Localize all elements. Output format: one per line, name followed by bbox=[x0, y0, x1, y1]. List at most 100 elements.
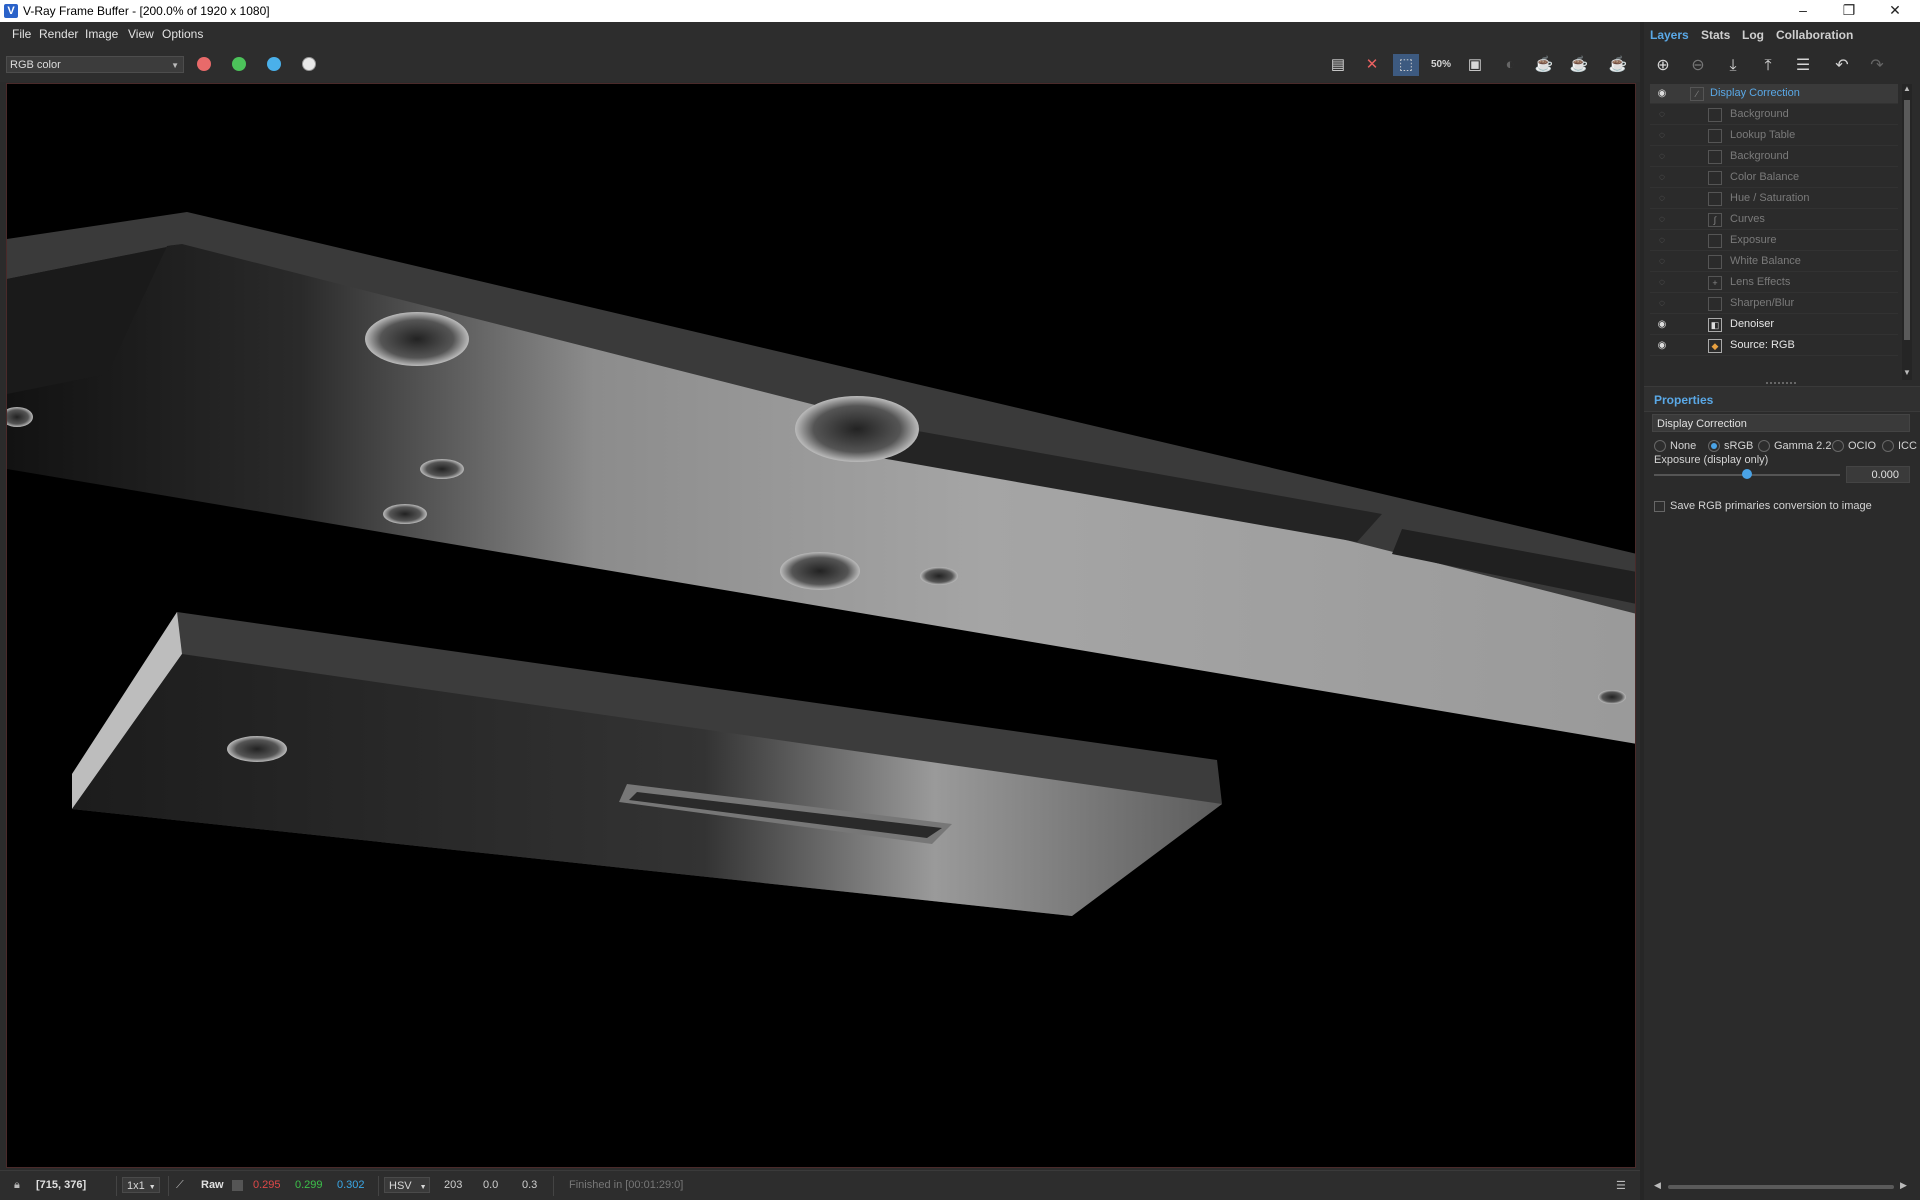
layer-row[interactable]: ◌ Hue / Saturation bbox=[1650, 189, 1898, 209]
region-select-icon[interactable]: ⬚ bbox=[1393, 54, 1419, 76]
save-layers-icon[interactable]: ⤒ bbox=[1755, 54, 1781, 78]
eye-icon[interactable]: ◉ bbox=[1655, 318, 1669, 332]
eye-icon[interactable]: ◉ bbox=[1655, 87, 1669, 101]
layer-icon bbox=[1708, 150, 1722, 164]
render-interactive-icon[interactable]: ☕ bbox=[1566, 54, 1592, 76]
scroll-down-icon[interactable]: ▼ bbox=[1902, 368, 1912, 377]
radio-srgb[interactable] bbox=[1708, 440, 1720, 452]
channel-select[interactable]: RGB color ▼ bbox=[6, 56, 184, 73]
divider bbox=[116, 1176, 117, 1196]
scroll-up-icon[interactable]: ▲ bbox=[1902, 84, 1912, 93]
radio-srgb-label: sRGB bbox=[1724, 440, 1754, 452]
layer-row[interactable]: ◉ ∕ Display Correction bbox=[1650, 84, 1898, 104]
menu-list-icon[interactable]: ☰ bbox=[1616, 1179, 1626, 1192]
tab-log[interactable]: Log bbox=[1742, 28, 1764, 42]
layer-row[interactable]: ◌ Exposure bbox=[1650, 231, 1898, 251]
green-channel-button[interactable] bbox=[232, 57, 246, 71]
menu-render[interactable]: Render bbox=[39, 27, 78, 41]
layer-name: Hue / Saturation bbox=[1730, 192, 1810, 204]
scroll-right-icon[interactable]: ▶ bbox=[1900, 1180, 1907, 1191]
radio-ocio[interactable] bbox=[1832, 440, 1844, 452]
delete-layer-icon[interactable]: ⊖ bbox=[1685, 54, 1711, 78]
value-value: 0.3 bbox=[522, 1179, 538, 1191]
layers-tree: ◉ ∕ Display Correction ◌ Background ◌ Lo… bbox=[1650, 84, 1898, 380]
eye-icon[interactable]: ◌ bbox=[1655, 171, 1669, 185]
layer-row[interactable]: ◌ White Balance bbox=[1650, 252, 1898, 272]
track-mouse-icon[interactable]: ▣ bbox=[1462, 54, 1488, 76]
scrollbar-thumb[interactable] bbox=[1904, 100, 1910, 340]
eye-icon[interactable]: ◌ bbox=[1655, 108, 1669, 122]
render-icon[interactable]: ☕ bbox=[1531, 54, 1557, 76]
layer-row[interactable]: ◉ ◆ Source: RGB bbox=[1650, 336, 1898, 356]
minimize-button[interactable]: – bbox=[1780, 0, 1826, 22]
layer-row[interactable]: ◌ Color Balance bbox=[1650, 168, 1898, 188]
layers-scrollbar[interactable]: ▲ ▼ bbox=[1902, 84, 1912, 380]
layer-row[interactable]: ◌ Sharpen/Blur bbox=[1650, 294, 1898, 314]
add-layer-icon[interactable]: ⊕ bbox=[1650, 54, 1676, 78]
render-viewport[interactable] bbox=[6, 83, 1636, 1168]
eye-icon[interactable]: ◌ bbox=[1655, 297, 1669, 311]
properties-header: Properties bbox=[1644, 386, 1920, 412]
lock-icon[interactable]: 🔒︎ bbox=[14, 1179, 20, 1192]
menu-options[interactable]: Options bbox=[162, 27, 203, 41]
exposure-value-field[interactable]: 0.000 bbox=[1846, 466, 1910, 483]
green-value: 0.299 bbox=[295, 1179, 323, 1191]
layer-name: Display Correction bbox=[1710, 87, 1800, 99]
layer-icon bbox=[1708, 192, 1722, 206]
eye-icon[interactable]: ◌ bbox=[1655, 255, 1669, 269]
denoiser-icon: ◧ bbox=[1708, 318, 1722, 332]
menu-image[interactable]: Image bbox=[85, 27, 118, 41]
fifty-percent-icon[interactable]: 50% bbox=[1428, 54, 1454, 76]
colorspace-select[interactable]: HSV ▼ bbox=[384, 1177, 430, 1193]
radio-icc[interactable] bbox=[1882, 440, 1894, 452]
layer-row[interactable]: ◌ + Lens Effects bbox=[1650, 273, 1898, 293]
tab-stats[interactable]: Stats bbox=[1701, 28, 1730, 42]
layer-row[interactable]: ◌ Background bbox=[1650, 147, 1898, 167]
scrollbar-thumb[interactable] bbox=[1668, 1185, 1894, 1189]
layer-name: Background bbox=[1730, 150, 1789, 162]
layer-row[interactable]: ◌ ∫ Curves bbox=[1650, 210, 1898, 230]
undo-icon[interactable]: ↶ bbox=[1829, 54, 1855, 78]
save-rgb-checkbox[interactable] bbox=[1654, 501, 1665, 512]
layer-row[interactable]: ◌ Lookup Table bbox=[1650, 126, 1898, 146]
save-image-icon[interactable]: ▤ bbox=[1325, 54, 1351, 76]
layer-row[interactable]: ◌ Background bbox=[1650, 105, 1898, 125]
panel-hscrollbar[interactable]: ◀ ▶ bbox=[1654, 1180, 1910, 1192]
layer-row[interactable]: ◉ ◧ Denoiser bbox=[1650, 315, 1898, 335]
eye-icon[interactable]: ◉ bbox=[1655, 339, 1669, 353]
layer-name: Background bbox=[1730, 108, 1789, 120]
saturation-value: 0.0 bbox=[483, 1179, 499, 1191]
radio-gamma[interactable] bbox=[1758, 440, 1770, 452]
menu-file[interactable]: File bbox=[12, 27, 31, 41]
title-bar: V V-Ray Frame Buffer - [200.0% of 1920 x… bbox=[0, 0, 1920, 22]
eye-icon[interactable]: ◌ bbox=[1655, 276, 1669, 290]
layer-presets-icon[interactable]: ☰ bbox=[1790, 54, 1816, 78]
eye-icon[interactable]: ◌ bbox=[1655, 129, 1669, 143]
render-teapot-icon[interactable]: ☕ bbox=[1605, 54, 1631, 76]
layer-name: Lens Effects bbox=[1730, 276, 1791, 288]
clear-image-icon[interactable]: ✕ bbox=[1359, 54, 1385, 76]
tab-properties[interactable]: Properties bbox=[1654, 393, 1713, 407]
lock-icon[interactable]: ◐ bbox=[1497, 54, 1523, 76]
red-channel-button[interactable] bbox=[197, 57, 211, 71]
redo-icon[interactable]: ↷ bbox=[1864, 54, 1890, 78]
eye-icon[interactable]: ◌ bbox=[1655, 234, 1669, 248]
radio-none[interactable] bbox=[1654, 440, 1666, 452]
alpha-channel-icon[interactable] bbox=[302, 57, 316, 71]
exposure-slider-knob[interactable] bbox=[1742, 469, 1752, 479]
scroll-left-icon[interactable]: ◀ bbox=[1654, 1180, 1661, 1191]
eye-icon[interactable]: ◌ bbox=[1655, 192, 1669, 206]
tab-layers[interactable]: Layers bbox=[1650, 28, 1689, 42]
blue-channel-button[interactable] bbox=[267, 57, 281, 71]
close-button[interactable]: ✕ bbox=[1872, 0, 1918, 22]
menu-view[interactable]: View bbox=[128, 27, 154, 41]
pixel-coords: [715, 376] bbox=[36, 1179, 87, 1191]
curve-icon[interactable]: ⟋ bbox=[176, 1179, 184, 1192]
maximize-button[interactable]: ❐ bbox=[1826, 0, 1872, 22]
load-layers-icon[interactable]: ⤓ bbox=[1720, 54, 1746, 78]
eye-icon[interactable]: ◌ bbox=[1655, 150, 1669, 164]
sampling-select[interactable]: 1x1 ▼ bbox=[122, 1177, 160, 1193]
radio-gamma-label: Gamma 2.2 bbox=[1774, 440, 1832, 452]
tab-collaboration[interactable]: Collaboration bbox=[1776, 28, 1853, 42]
eye-icon[interactable]: ◌ bbox=[1655, 213, 1669, 227]
